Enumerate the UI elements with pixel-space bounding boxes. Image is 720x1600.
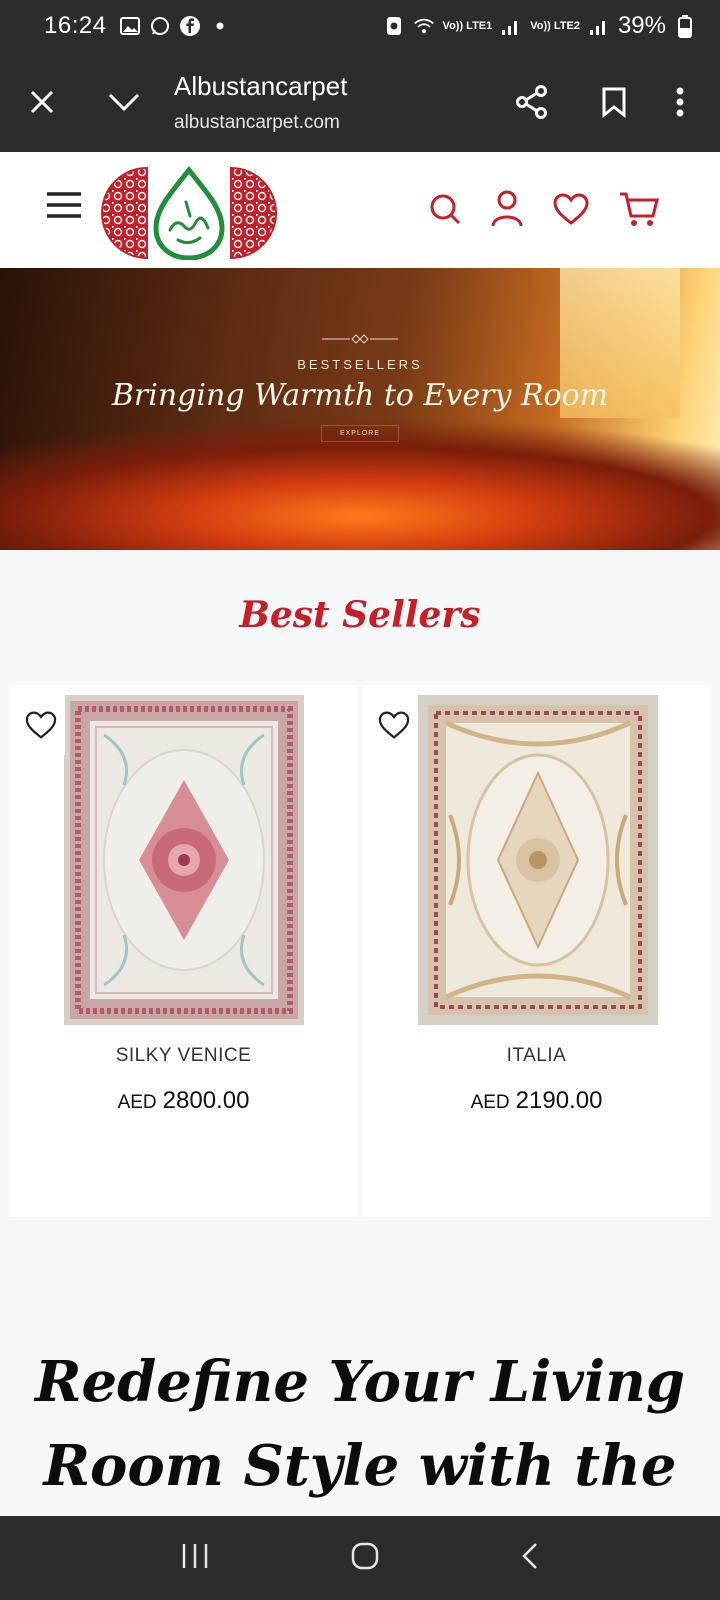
battery-icon [674, 15, 696, 38]
page-title-area[interactable]: Albustancarpet albustancarpet.com [154, 71, 502, 134]
menu-icon [47, 192, 81, 218]
add-to-wishlist-button[interactable] [370, 695, 418, 755]
page-title: Albustancarpet [174, 70, 348, 101]
site-logo[interactable] [100, 165, 278, 261]
sim2-label: Vo)) LTE2 [530, 19, 580, 32]
account-icon [491, 190, 523, 227]
more-options-button[interactable] [650, 72, 710, 132]
status-time: 16:24 [44, 12, 107, 39]
promo-heading: Redefine Your Living Room Style with the [0, 1340, 720, 1516]
share-button[interactable] [502, 72, 562, 132]
share-icon [516, 85, 547, 119]
product-card[interactable]: SILKY VENICE AED 2800.00 [9, 685, 358, 1217]
system-nav-bar [0, 1516, 720, 1600]
page-url: albustancarpet.com [174, 111, 340, 133]
search-button[interactable] [428, 192, 462, 231]
product-image[interactable] [418, 695, 658, 1025]
promo-line-1: Redefine Your Living [34, 1349, 685, 1415]
price-amount: 2190.00 [515, 1087, 603, 1114]
price-currency: AED [470, 1092, 510, 1113]
battery-percent: 39% [617, 12, 666, 39]
home-icon [351, 1542, 379, 1569]
add-to-wishlist-button[interactable] [17, 695, 65, 755]
dot-icon [209, 15, 231, 37]
recent-apps-icon [182, 1543, 208, 1568]
sim1-label: Vo)) LTE1 [442, 19, 493, 32]
browser-toolbar: Albustancarpet albustancarpet.com [0, 52, 720, 152]
explore-button[interactable]: EXPLORE [320, 425, 400, 442]
product-price: AED 2190.00 [362, 1087, 711, 1115]
back-button[interactable] [520, 1541, 540, 1576]
hero-banner[interactable]: BESTSELLERS Bringing Warmth to Every Roo… [0, 268, 720, 550]
product-name[interactable]: SILKY VENICE [9, 1045, 358, 1067]
close-icon [30, 90, 54, 114]
recent-apps-button[interactable] [180, 1542, 210, 1575]
collapse-button[interactable] [94, 72, 154, 132]
price-amount: 2800.00 [162, 1087, 250, 1114]
cart-icon [620, 192, 659, 226]
price-currency: AED [117, 1092, 157, 1113]
best-sellers-title: Best Sellers [239, 594, 481, 636]
product-image[interactable] [64, 695, 304, 1025]
heart-icon [378, 711, 410, 739]
menu-button[interactable] [44, 190, 84, 225]
heart-icon [25, 711, 57, 739]
signal-icon [588, 15, 610, 37]
heart-icon [553, 193, 589, 225]
gallery-icon [119, 15, 141, 37]
facebook-icon [179, 15, 201, 37]
home-button[interactable] [350, 1541, 380, 1576]
whatsapp-icon [149, 15, 171, 37]
chevron-down-icon [108, 93, 140, 112]
status-bar: 16:24 Vo)) LTE1 Vo)) LTE2 39% [0, 0, 720, 52]
close-button[interactable] [12, 72, 72, 132]
account-button[interactable] [490, 190, 524, 233]
more-icon [676, 87, 684, 117]
back-icon [522, 1542, 537, 1569]
wifi-icon [413, 15, 435, 37]
site-header [0, 152, 720, 268]
ornament-divider-icon [322, 334, 398, 344]
search-icon [430, 194, 461, 225]
bookmark-button[interactable] [584, 72, 644, 132]
promo-line-2: Room Style with the [43, 1433, 677, 1499]
product-price: AED 2800.00 [9, 1087, 358, 1115]
hero-kicker: BESTSELLERS [297, 357, 423, 372]
product-card[interactable]: ITALIA AED 2190.00 [362, 685, 711, 1217]
wishlist-button[interactable] [552, 192, 590, 231]
signal-icon [500, 15, 522, 37]
data-saver-icon [383, 15, 405, 37]
cart-button[interactable] [618, 190, 660, 233]
product-name[interactable]: ITALIA [362, 1045, 711, 1067]
bookmark-icon [602, 87, 626, 118]
hero-title: Bringing Warmth to Every Room [111, 378, 609, 413]
